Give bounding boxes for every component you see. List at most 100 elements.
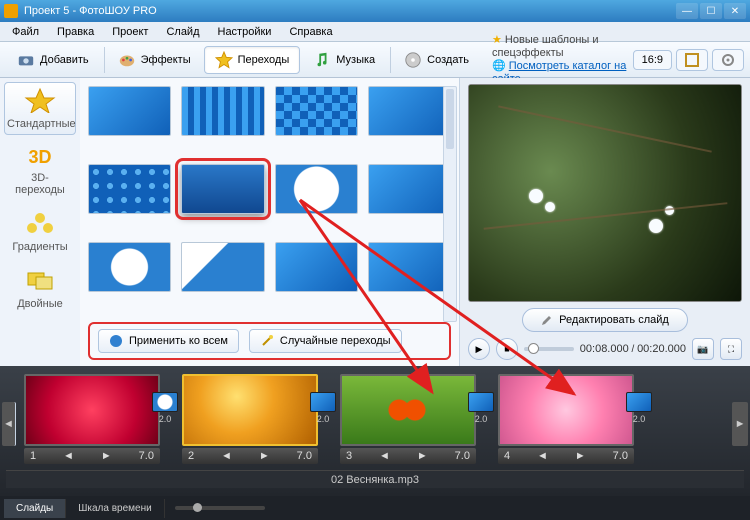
- close-button[interactable]: ✕: [724, 3, 746, 19]
- disc-icon: [404, 51, 422, 69]
- app-icon: [4, 4, 18, 18]
- seek-slider[interactable]: [524, 347, 574, 351]
- transition-chip[interactable]: 2.0: [308, 392, 338, 424]
- apply-row: Применить ко всем Случайные переходы: [88, 322, 451, 360]
- toolbar-create-label: Создать: [427, 54, 469, 66]
- transition-thumb[interactable]: [275, 86, 358, 136]
- edit-slide-label: Редактировать слайд: [559, 314, 669, 326]
- camera-icon: [17, 51, 35, 69]
- tab-double[interactable]: Двойные: [4, 262, 76, 315]
- transition-thumb[interactable]: [275, 242, 358, 292]
- transition-chip-duration: 2.0: [475, 414, 488, 424]
- toolbar-music[interactable]: Музыка: [302, 46, 386, 74]
- transition-chip[interactable]: 2.0: [466, 392, 496, 424]
- tab-slides[interactable]: Слайды: [4, 499, 66, 518]
- apply-all-button[interactable]: Применить ко всем: [98, 329, 239, 353]
- toolbar-transitions-label: Переходы: [238, 54, 290, 66]
- double-icon: [24, 267, 56, 293]
- timecode: 00:08.000 / 00:20.000: [580, 343, 686, 355]
- snapshot-button[interactable]: 📷: [692, 338, 714, 360]
- transition-thumb-selected[interactable]: [181, 164, 264, 214]
- transition-thumb[interactable]: [88, 86, 171, 136]
- menu-project[interactable]: Проект: [104, 24, 156, 40]
- clip-4[interactable]: 4◄► 7.0 2.0: [498, 374, 634, 464]
- tab-standard[interactable]: Стандартные: [4, 82, 76, 135]
- globe-icon: [109, 334, 123, 348]
- toolbar-music-label: Музыка: [336, 54, 375, 66]
- menu-edit[interactable]: Правка: [49, 24, 102, 40]
- settings-button[interactable]: [712, 49, 744, 71]
- grid-scrollbar[interactable]: [443, 86, 457, 322]
- transition-thumb[interactable]: [88, 242, 171, 292]
- clip-2[interactable]: 2◄► 7.0 2.0: [182, 374, 318, 464]
- clip-1[interactable]: 1◄► 7.0 2.0: [24, 374, 160, 464]
- clip-thumb[interactable]: [498, 374, 634, 446]
- toolbar-add[interactable]: Добавить: [6, 46, 100, 74]
- menu-settings[interactable]: Настройки: [210, 24, 280, 40]
- play-button[interactable]: ▶: [468, 338, 490, 360]
- clip-thumb[interactable]: [340, 374, 476, 446]
- menu-file[interactable]: Файл: [4, 24, 47, 40]
- clip-duration: 7.0: [613, 450, 628, 462]
- clip-duration: 7.0: [455, 450, 470, 462]
- fullscreen-button[interactable]: [676, 49, 708, 71]
- toolbar-effects-label: Эффекты: [141, 54, 191, 66]
- preview-panel: Редактировать слайд ▶ ■ 00:08.000 / 00:2…: [460, 78, 750, 366]
- gradient-icon: [24, 210, 56, 236]
- expand-button[interactable]: ⛶: [720, 338, 742, 360]
- preview-viewport[interactable]: [468, 84, 742, 302]
- toolbar-create[interactable]: Создать: [393, 46, 480, 74]
- maximize-button[interactable]: ☐: [700, 3, 722, 19]
- transition-chip[interactable]: 2.0: [624, 392, 654, 424]
- transition-thumb[interactable]: [368, 86, 451, 136]
- transition-thumb[interactable]: [368, 164, 451, 214]
- seek-knob[interactable]: [528, 343, 539, 354]
- transition-thumb[interactable]: [368, 242, 451, 292]
- tab-standard-label: Стандартные: [7, 118, 73, 130]
- transition-thumb[interactable]: [181, 86, 264, 136]
- pencil-icon: [541, 314, 553, 326]
- clip-thumb[interactable]: [182, 374, 318, 446]
- tab-timeline[interactable]: Шкала времени: [66, 499, 164, 518]
- clip-number: 4: [504, 450, 510, 462]
- transition-chip-thumb: [310, 392, 336, 412]
- preview-image: [469, 85, 741, 301]
- transition-thumb[interactable]: [181, 242, 264, 292]
- transition-thumb[interactable]: [88, 164, 171, 214]
- stop-button[interactable]: ■: [496, 338, 518, 360]
- clip-bar: 1◄► 7.0: [24, 448, 160, 464]
- transition-chip-duration: 2.0: [159, 414, 172, 424]
- transition-chip-thumb: [468, 392, 494, 412]
- bottom-bar: Слайды Шкала времени: [0, 496, 750, 520]
- transition-chip[interactable]: 2.0: [150, 392, 180, 424]
- menu-slide[interactable]: Слайд: [158, 24, 207, 40]
- toolbar-add-label: Добавить: [40, 54, 89, 66]
- star-icon: [24, 87, 56, 113]
- aspect-ratio-button[interactable]: 16:9: [633, 50, 672, 70]
- clip-number: 1: [30, 450, 36, 462]
- tab-3d-label: 3D-переходы: [7, 172, 73, 196]
- toolbar-effects[interactable]: Эффекты: [107, 46, 202, 74]
- tab-gradients[interactable]: Градиенты: [4, 205, 76, 258]
- zoom-knob[interactable]: [193, 503, 202, 512]
- star-icon: [215, 51, 233, 69]
- timeline-prev[interactable]: ◄: [2, 402, 16, 446]
- transition-thumb[interactable]: [275, 164, 358, 214]
- minimize-button[interactable]: —: [676, 3, 698, 19]
- timeline: ◄ ► 1◄► 7.0 2.0 2◄► 7.0 2.0: [0, 366, 750, 496]
- window-title: Проект 5 - ФотоШОУ PRO: [24, 5, 676, 17]
- clip-thumb[interactable]: [24, 374, 160, 446]
- clip-3[interactable]: 3◄► 7.0 2.0: [340, 374, 476, 464]
- fullscreen-icon: [685, 53, 699, 67]
- menu-help[interactable]: Справка: [281, 24, 340, 40]
- timeline-next[interactable]: ►: [732, 402, 748, 446]
- toolbar-transitions[interactable]: Переходы: [204, 46, 301, 74]
- tab-gradients-label: Градиенты: [7, 241, 73, 253]
- tab-3d[interactable]: 3D 3D-переходы: [4, 139, 76, 201]
- zoom-slider[interactable]: [175, 506, 265, 510]
- audio-track[interactable]: 02 Веснянка.mp3: [6, 470, 744, 488]
- scrollbar-thumb[interactable]: [446, 89, 454, 149]
- random-button[interactable]: Случайные переходы: [249, 329, 402, 353]
- menubar: Файл Правка Проект Слайд Настройки Справ…: [0, 22, 750, 42]
- edit-slide-button[interactable]: Редактировать слайд: [522, 308, 688, 332]
